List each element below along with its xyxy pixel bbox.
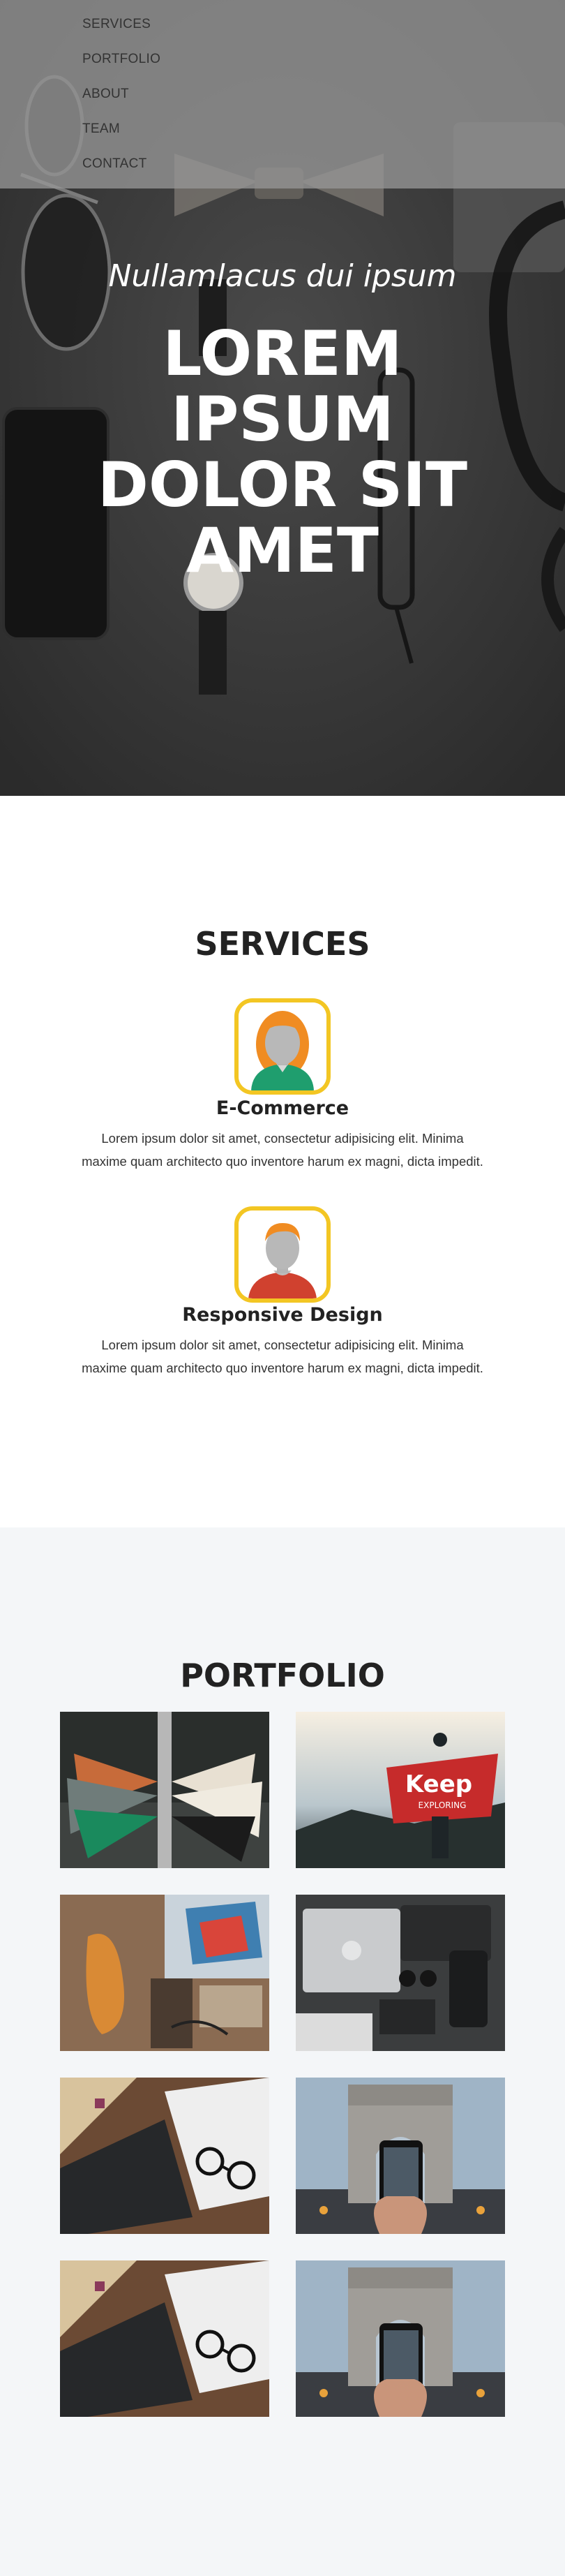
portfolio-section: PORTFOLIO Keep EXPLORING <box>0 1527 565 2576</box>
service-description-responsive-design: Lorem ipsum dolor sit amet, consectetur … <box>59 1333 506 1379</box>
hero-title-line: AMET <box>186 515 379 586</box>
portfolio-item-keep-exploring[interactable]: Keep EXPLORING <box>296 1712 505 1868</box>
nav-link-services[interactable]: SERVICES <box>82 17 151 32</box>
services-title: SERVICES <box>195 925 370 963</box>
male-avatar-icon <box>234 1206 331 1303</box>
nav-link-portfolio[interactable]: PORTFOLIO <box>82 52 160 67</box>
portfolio-item-arc-de-triomphe-phone[interactable] <box>296 2078 505 2234</box>
portfolio-item-arc-de-triomphe-phone[interactable] <box>296 2260 505 2417</box>
portfolio-item-desk-guitar[interactable] <box>60 1895 269 2051</box>
description-line: Lorem ipsum dolor sit amet, consectetur … <box>101 1131 464 1146</box>
hero-subtitle: Nullamlacus dui ipsum <box>108 258 457 294</box>
flag-text-exploring: EXPLORING <box>419 1800 467 1810</box>
flag-text-keep: Keep <box>405 1770 472 1798</box>
portfolio-item-laptop-glasses-desk[interactable] <box>60 2260 269 2417</box>
description-line: maxime quam architecto quo inventore har… <box>82 1154 483 1169</box>
nav-link-about[interactable]: ABOUT <box>82 87 129 102</box>
hero-title-line: DOLOR SIT <box>97 449 468 521</box>
portfolio-item-laptop-glasses-desk[interactable] <box>60 2078 269 2234</box>
service-description-ecommerce: Lorem ipsum dolor sit amet, consectetur … <box>59 1127 506 1173</box>
portfolio-item-laptop-camera-flatlay[interactable] <box>296 1895 505 2051</box>
description-line: Lorem ipsum dolor sit amet, consectetur … <box>101 1338 464 1352</box>
hero-title: LOREM IPSUM DOLOR SIT AMET <box>0 321 565 584</box>
hero-section: SERVICES PORTFOLIO ABOUT TEAM CONTACT Nu… <box>0 0 565 796</box>
nav-link-team[interactable]: TEAM <box>82 121 120 137</box>
description-line: maxime quam architecto quo inventore har… <box>82 1361 483 1375</box>
hero-title-line: LOREM <box>163 318 402 390</box>
service-name-responsive-design: Responsive Design <box>182 1304 383 1326</box>
portfolio-item-clothes-rack[interactable] <box>60 1712 269 1868</box>
service-name-ecommerce: E-Commerce <box>216 1097 349 1119</box>
female-avatar-icon <box>234 998 331 1095</box>
portfolio-title: PORTFOLIO <box>180 1657 385 1694</box>
top-navigation: SERVICES PORTFOLIO ABOUT TEAM CONTACT <box>0 0 565 188</box>
nav-link-contact[interactable]: CONTACT <box>82 156 147 172</box>
services-section: SERVICES E-Commerce Lorem ipsum dolor si… <box>0 796 565 1527</box>
hero-title-line: IPSUM <box>171 383 394 455</box>
